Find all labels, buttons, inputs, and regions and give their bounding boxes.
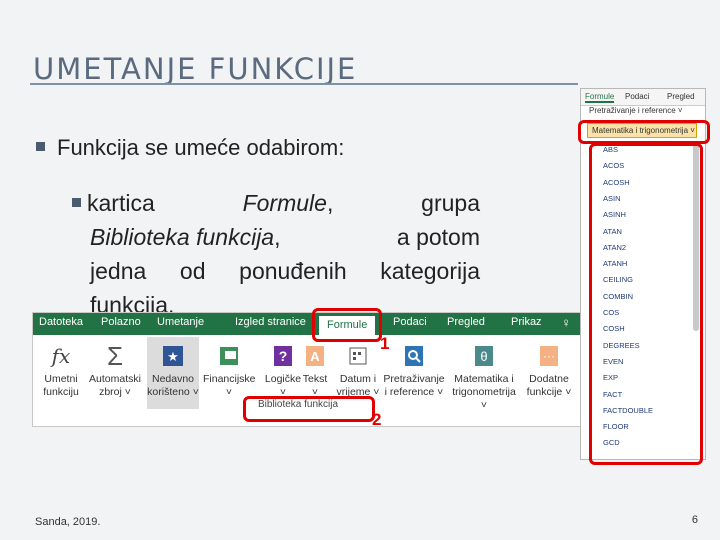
bullet-2-line-3: jedna od ponuđenih kategorija bbox=[90, 258, 480, 284]
panel-tab-podaci[interactable]: Podaci bbox=[625, 92, 649, 101]
financial-book-icon bbox=[216, 343, 242, 369]
word-apotom: a potom bbox=[396, 224, 480, 250]
page-number: 6 bbox=[691, 514, 698, 526]
magnifier-book-icon bbox=[401, 343, 427, 369]
button-label-line1: Nedavno bbox=[151, 373, 195, 385]
button-label-line2: zbroj ˅ bbox=[99, 386, 131, 398]
highlight-math-trig bbox=[578, 120, 710, 144]
question-book-icon: ? bbox=[270, 343, 296, 369]
button-label-line1: Tekst bbox=[302, 373, 328, 385]
panel-tab-bar: Formule Podaci Pregled bbox=[581, 89, 705, 106]
button-label-line1: Datum i bbox=[339, 373, 377, 385]
panel-tab-formule[interactable]: Formule bbox=[585, 92, 615, 103]
button-label-line1: Umetni bbox=[44, 373, 78, 385]
word-biblioteka: Biblioteka funkcija bbox=[90, 224, 275, 250]
button-label-line2: funkcije ˅ bbox=[526, 386, 572, 398]
comma-1: , bbox=[326, 190, 334, 216]
button-label-line1: Pretraživanje bbox=[383, 373, 445, 385]
tab-polazno[interactable]: Polazno bbox=[101, 316, 141, 328]
math-trig-button[interactable]: θ Matematika i trigonometrija ˅ bbox=[449, 337, 519, 411]
more-functions-icon: ··· bbox=[536, 343, 562, 369]
slide-title: UMETANJE FUNKCIJE bbox=[33, 52, 358, 86]
lightbulb-icon[interactable]: ♀ bbox=[561, 315, 571, 330]
bullet-1: Funkcija se umeće odabirom: bbox=[36, 135, 344, 161]
button-label-line1: Automatski bbox=[89, 373, 141, 385]
bullet-square-icon bbox=[72, 198, 81, 207]
autosum-button[interactable]: Σ Automatski zbroj ˅ bbox=[89, 337, 141, 409]
title-rule bbox=[30, 83, 578, 85]
bullet-2: kartica Formule, grupa Biblioteka funkci… bbox=[72, 186, 480, 322]
button-label-line1: Matematika i bbox=[454, 373, 514, 385]
callout-1: 1 bbox=[380, 334, 390, 353]
tab-datoteka[interactable]: Datoteka bbox=[39, 316, 83, 328]
highlight-formule-tab bbox=[312, 308, 382, 342]
lookup-reference-button[interactable]: Pretraživanje i reference ˅ bbox=[383, 337, 445, 409]
more-functions-button[interactable]: ··· Dodatne funkcije ˅ bbox=[521, 337, 577, 409]
word-kartica: kartica bbox=[87, 190, 155, 216]
tab-podaci[interactable]: Podaci bbox=[393, 316, 427, 328]
svg-text:★: ★ bbox=[167, 349, 179, 364]
word-grupa: grupa bbox=[421, 190, 480, 216]
comma-2: , bbox=[274, 224, 281, 250]
text-book-icon: A bbox=[302, 343, 328, 369]
sigma-icon: Σ bbox=[106, 340, 124, 371]
tab-umetanje[interactable]: Umetanje bbox=[157, 316, 204, 328]
button-label-line2: i reference ˅ bbox=[384, 386, 444, 398]
fx-icon: fx bbox=[51, 343, 71, 368]
bullet-2-line-2: Biblioteka funkcija, a potom bbox=[72, 220, 480, 254]
button-label-line1: Dodatne bbox=[529, 373, 569, 385]
button-label-line2: funkciju bbox=[43, 386, 79, 398]
word-formule: Formule bbox=[242, 190, 327, 216]
calendar-icon bbox=[345, 343, 371, 369]
highlight-function-list bbox=[589, 143, 703, 465]
insert-function-button[interactable]: fx Umetni funkciju bbox=[35, 337, 87, 409]
tab-pregled[interactable]: Pregled bbox=[447, 316, 485, 328]
svg-text:?: ? bbox=[279, 348, 288, 364]
button-label-line2: trigonometrija ˅ bbox=[452, 386, 516, 411]
tab-izgled-stranice[interactable]: Izgled stranice bbox=[235, 316, 306, 328]
recently-used-button[interactable]: ★ Nedavno korišteno ˅ bbox=[147, 337, 199, 409]
tab-prikaz[interactable]: Prikaz bbox=[511, 316, 542, 328]
svg-text:θ: θ bbox=[480, 349, 487, 364]
bullet-1-text: Funkcija se umeće odabirom: bbox=[57, 135, 345, 160]
button-label-line1: Financijske bbox=[203, 373, 256, 385]
button-label-line2: korišteno ˅ bbox=[147, 386, 199, 398]
svg-text:A: A bbox=[310, 349, 320, 364]
star-book-icon: ★ bbox=[160, 343, 186, 369]
panel-tab-pregled[interactable]: Pregled bbox=[667, 92, 695, 101]
bullet-2-line-1: kartica Formule, grupa bbox=[72, 186, 480, 220]
callout-2: 2 bbox=[372, 410, 382, 429]
bullet-square-icon bbox=[36, 142, 45, 151]
highlight-function-library bbox=[243, 396, 375, 422]
footer-author: Sanda, 2019. bbox=[35, 516, 101, 528]
svg-text:···: ··· bbox=[543, 349, 555, 363]
ribbon-tab-bar: Datoteka Polazno Umetanje Izgled stranic… bbox=[33, 313, 581, 335]
theta-book-icon: θ bbox=[471, 343, 497, 369]
panel-lookup-menu[interactable]: Pretraživanje i reference ˅ bbox=[589, 106, 683, 115]
